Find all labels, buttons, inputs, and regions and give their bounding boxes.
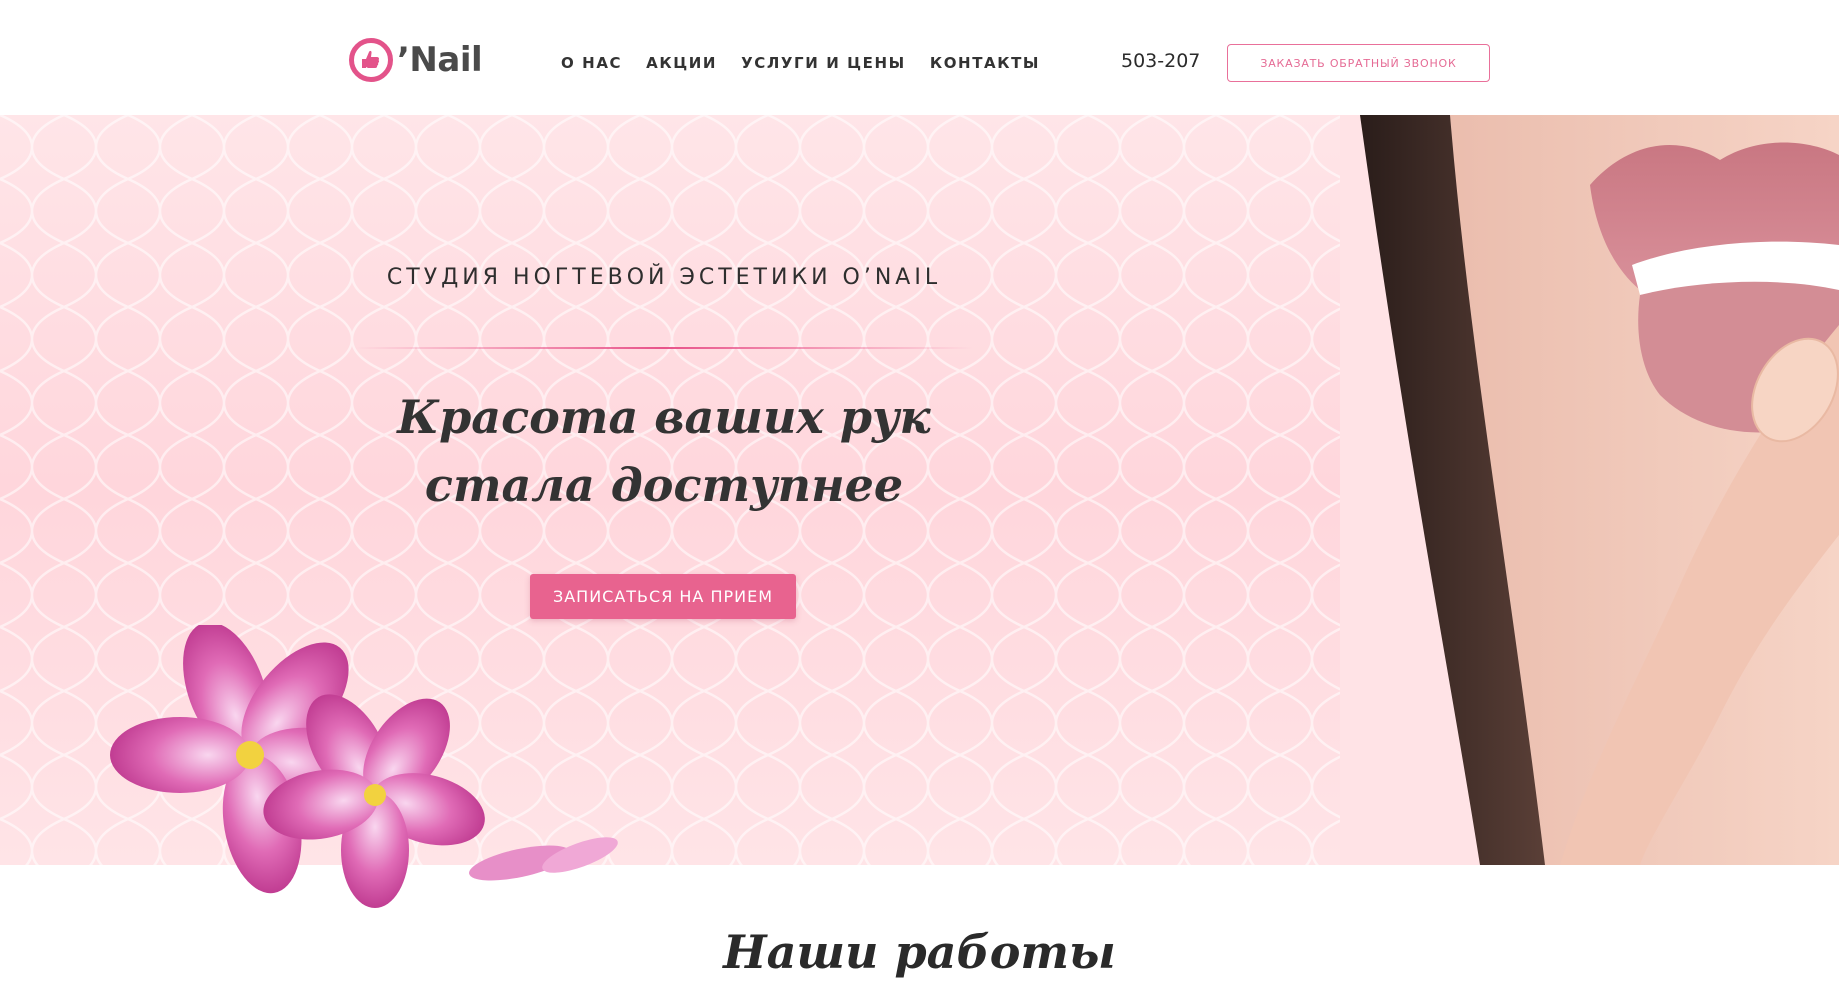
nav-item-services-prices[interactable]: УСЛУГИ И ЦЕНЫ <box>741 54 906 72</box>
nav-item-contacts[interactable]: КОНТАКТЫ <box>930 54 1040 72</box>
book-appointment-button[interactable]: ЗАПИСАТЬСЯ НА ПРИЕМ <box>530 574 796 619</box>
nav-item-promotions[interactable]: АКЦИИ <box>646 54 717 72</box>
callback-button[interactable]: ЗАКАЗАТЬ ОБРАТНЫЙ ЗВОНОК <box>1227 44 1490 82</box>
hero-divider <box>355 347 973 349</box>
phone-number[interactable]: 503-207 <box>1121 50 1200 72</box>
orchid-flowers-image <box>110 625 618 908</box>
hero-subtitle: СТУДИЯ НОГТЕВОЙ ЭСТЕТИКИ O’NAIL <box>386 265 942 290</box>
logo[interactable]: ’Nail <box>349 38 483 82</box>
hero-title: Красота ваших рук стала доступнее <box>300 383 1028 519</box>
hero-title-line-2: стала доступнее <box>424 458 904 512</box>
thumbs-up-nail-icon <box>349 38 393 82</box>
nav-item-about[interactable]: О НАС <box>561 54 622 72</box>
model-lips-photo <box>1340 115 1839 865</box>
main-nav: О НАС АКЦИИ УСЛУГИ И ЦЕНЫ КОНТАКТЫ <box>561 54 1040 72</box>
site-header: ’Nail О НАС АКЦИИ УСЛУГИ И ЦЕНЫ КОНТАКТЫ… <box>0 0 1839 115</box>
works-title: Наши работы <box>723 925 1116 979</box>
logo-text: ’Nail <box>397 40 483 80</box>
hero-title-line-1: Красота ваших рук <box>397 390 931 444</box>
